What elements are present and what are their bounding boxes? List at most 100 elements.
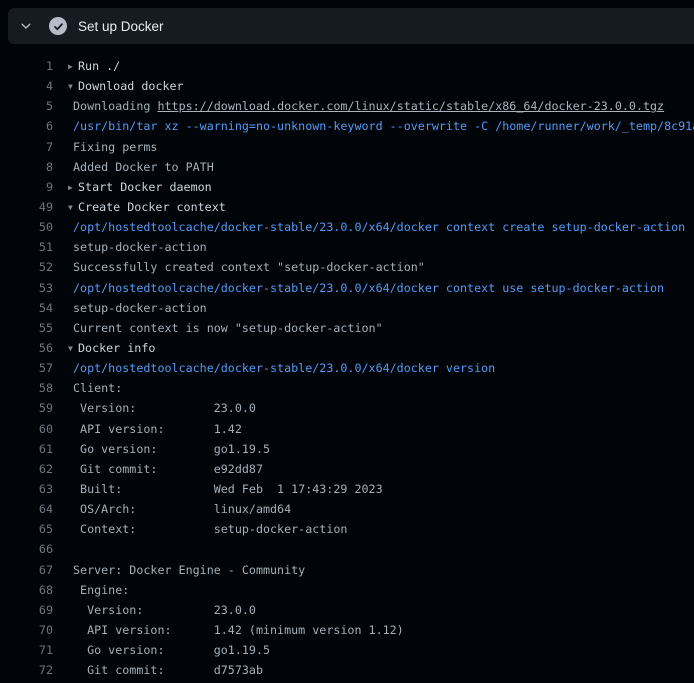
- log-text: Version: 23.0.0: [73, 603, 256, 617]
- line-number[interactable]: 64: [0, 499, 53, 519]
- line-number[interactable]: 65: [0, 519, 53, 539]
- line-content: Engine:: [73, 580, 129, 600]
- log-row: 65 Context: setup-docker-action: [0, 519, 694, 539]
- line-number[interactable]: 54: [0, 298, 53, 318]
- group-title: Docker info: [78, 341, 155, 355]
- line-content: Context: setup-docker-action: [73, 519, 347, 539]
- line-number[interactable]: 62: [0, 459, 53, 479]
- line-content: Added Docker to PATH: [73, 157, 214, 177]
- command-text: /usr/bin/tar xz --warning=no-unknown-key…: [73, 119, 694, 133]
- line-number[interactable]: 51: [0, 237, 53, 257]
- line-number[interactable]: 50: [0, 217, 53, 237]
- line-number[interactable]: 71: [0, 640, 53, 660]
- command-text: /opt/hostedtoolcache/docker-stable/23.0.…: [73, 220, 685, 234]
- line-number[interactable]: 8: [0, 157, 53, 177]
- line-number[interactable]: 61: [0, 439, 53, 459]
- log-group-row[interactable]: 49 ▼Create Docker context: [0, 197, 694, 217]
- group-title: Create Docker context: [78, 200, 226, 214]
- log-text: Server: Docker Engine - Community: [73, 563, 305, 577]
- log-text: Context: setup-docker-action: [73, 522, 347, 536]
- log-row: 6/usr/bin/tar xz --warning=no-unknown-ke…: [0, 116, 694, 136]
- step-header[interactable]: Set up Docker: [8, 8, 694, 44]
- line-number[interactable]: 69: [0, 600, 53, 620]
- log-row: 8 Added Docker to PATH: [0, 157, 694, 177]
- line-number[interactable]: 72: [0, 660, 53, 680]
- line-number[interactable]: 52: [0, 257, 53, 277]
- log-text: API version: 1.42 (minimum version 1.12): [73, 623, 404, 637]
- log-row: 71 Go version: go1.19.5: [0, 640, 694, 660]
- log-row: 61 Go version: go1.19.5: [0, 439, 694, 459]
- line-number[interactable]: 53: [0, 278, 53, 298]
- line-number[interactable]: 6: [0, 116, 53, 136]
- line-number[interactable]: 70: [0, 620, 53, 640]
- log-text: Added Docker to PATH: [73, 160, 214, 174]
- log-row: 70 API version: 1.42 (minimum version 1.…: [0, 620, 694, 640]
- log-viewer: 1 ▶Run ./ 4 ▼Download docker 5 Downloading ht…: [0, 44, 694, 680]
- log-text: setup-docker-action: [73, 301, 207, 315]
- log-group-row[interactable]: 56 ▼Docker info: [0, 338, 694, 358]
- line-content: ▶Run ./: [68, 56, 120, 76]
- line-content: Successfully created context "setup-dock…: [73, 257, 425, 277]
- log-row: 60 API version: 1.42: [0, 419, 694, 439]
- chevron-expanded-icon[interactable]: ▼: [68, 339, 78, 358]
- line-content: setup-docker-action: [73, 237, 207, 257]
- line-number[interactable]: 49: [0, 197, 53, 217]
- line-content: Go version: go1.19.5: [73, 439, 270, 459]
- log-row: 58Client:: [0, 378, 694, 398]
- log-text: Fixing perms: [73, 140, 157, 154]
- chevron-collapsed-icon[interactable]: ▶: [68, 178, 78, 197]
- chevron-expanded-icon[interactable]: ▼: [68, 198, 78, 217]
- line-number[interactable]: 1: [0, 56, 53, 76]
- line-content: OS/Arch: linux/amd64: [73, 499, 291, 519]
- line-content: Fixing perms: [73, 137, 157, 157]
- log-text: Current context is now "setup-docker-act…: [73, 321, 383, 335]
- chevron-down-icon[interactable]: [18, 18, 34, 34]
- log-row: 67 Server: Docker Engine - Community: [0, 560, 694, 580]
- line-content: /opt/hostedtoolcache/docker-stable/23.0.…: [73, 358, 495, 378]
- log-row: 66: [0, 539, 694, 559]
- line-number[interactable]: 9: [0, 177, 53, 197]
- log-row: 54 setup-docker-action: [0, 298, 694, 318]
- check-circle-icon: [49, 17, 67, 35]
- log-row: 50/opt/hostedtoolcache/docker-stable/23.…: [0, 217, 694, 237]
- log-text: Git commit: e92dd87: [73, 462, 263, 476]
- line-content: setup-docker-action: [73, 298, 207, 318]
- chevron-collapsed-icon[interactable]: ▶: [68, 57, 78, 76]
- log-row: 55 Current context is now "setup-docker-a…: [0, 318, 694, 338]
- line-number[interactable]: 55: [0, 318, 53, 338]
- line-number[interactable]: 63: [0, 479, 53, 499]
- line-content: ▼Download docker: [68, 76, 184, 96]
- line-number[interactable]: 60: [0, 419, 53, 439]
- log-link[interactable]: https://download.docker.com/linux/static…: [157, 99, 664, 113]
- log-row: 72 Git commit: d7573ab: [0, 660, 694, 680]
- line-content: /usr/bin/tar xz --warning=no-unknown-key…: [73, 116, 694, 136]
- line-number[interactable]: 4: [0, 76, 53, 96]
- line-number[interactable]: 56: [0, 338, 53, 358]
- line-content: ▶Start Docker daemon: [68, 177, 212, 197]
- log-row: 64 OS/Arch: linux/amd64: [0, 499, 694, 519]
- log-group-row[interactable]: 4 ▼Download docker: [0, 76, 694, 96]
- line-content: Version: 23.0.0: [73, 398, 256, 418]
- group-title: Start Docker daemon: [78, 180, 212, 194]
- line-number[interactable]: 7: [0, 137, 53, 157]
- line-number[interactable]: 68: [0, 580, 53, 600]
- line-number[interactable]: 5: [0, 96, 53, 116]
- line-number[interactable]: 66: [0, 539, 53, 559]
- line-number[interactable]: 59: [0, 398, 53, 418]
- log-row: 7 Fixing perms: [0, 137, 694, 157]
- log-group-row[interactable]: 9 ▶Start Docker daemon: [0, 177, 694, 197]
- chevron-expanded-icon[interactable]: ▼: [68, 77, 78, 96]
- log-text: Engine:: [73, 583, 129, 597]
- line-number[interactable]: 67: [0, 560, 53, 580]
- log-group-row[interactable]: 1 ▶Run ./: [0, 56, 694, 76]
- log-text: API version: 1.42: [73, 422, 242, 436]
- log-row: 57/opt/hostedtoolcache/docker-stable/23.…: [0, 358, 694, 378]
- log-text: setup-docker-action: [73, 240, 207, 254]
- log-row: 52 Successfully created context "setup-do…: [0, 257, 694, 277]
- log-row: 51 setup-docker-action: [0, 237, 694, 257]
- line-content: Go version: go1.19.5: [73, 640, 270, 660]
- line-number[interactable]: 58: [0, 378, 53, 398]
- line-content: Downloading https://download.docker.com/…: [73, 96, 664, 116]
- log-row: 5 Downloading https://download.docker.com…: [0, 96, 694, 116]
- line-number[interactable]: 57: [0, 358, 53, 378]
